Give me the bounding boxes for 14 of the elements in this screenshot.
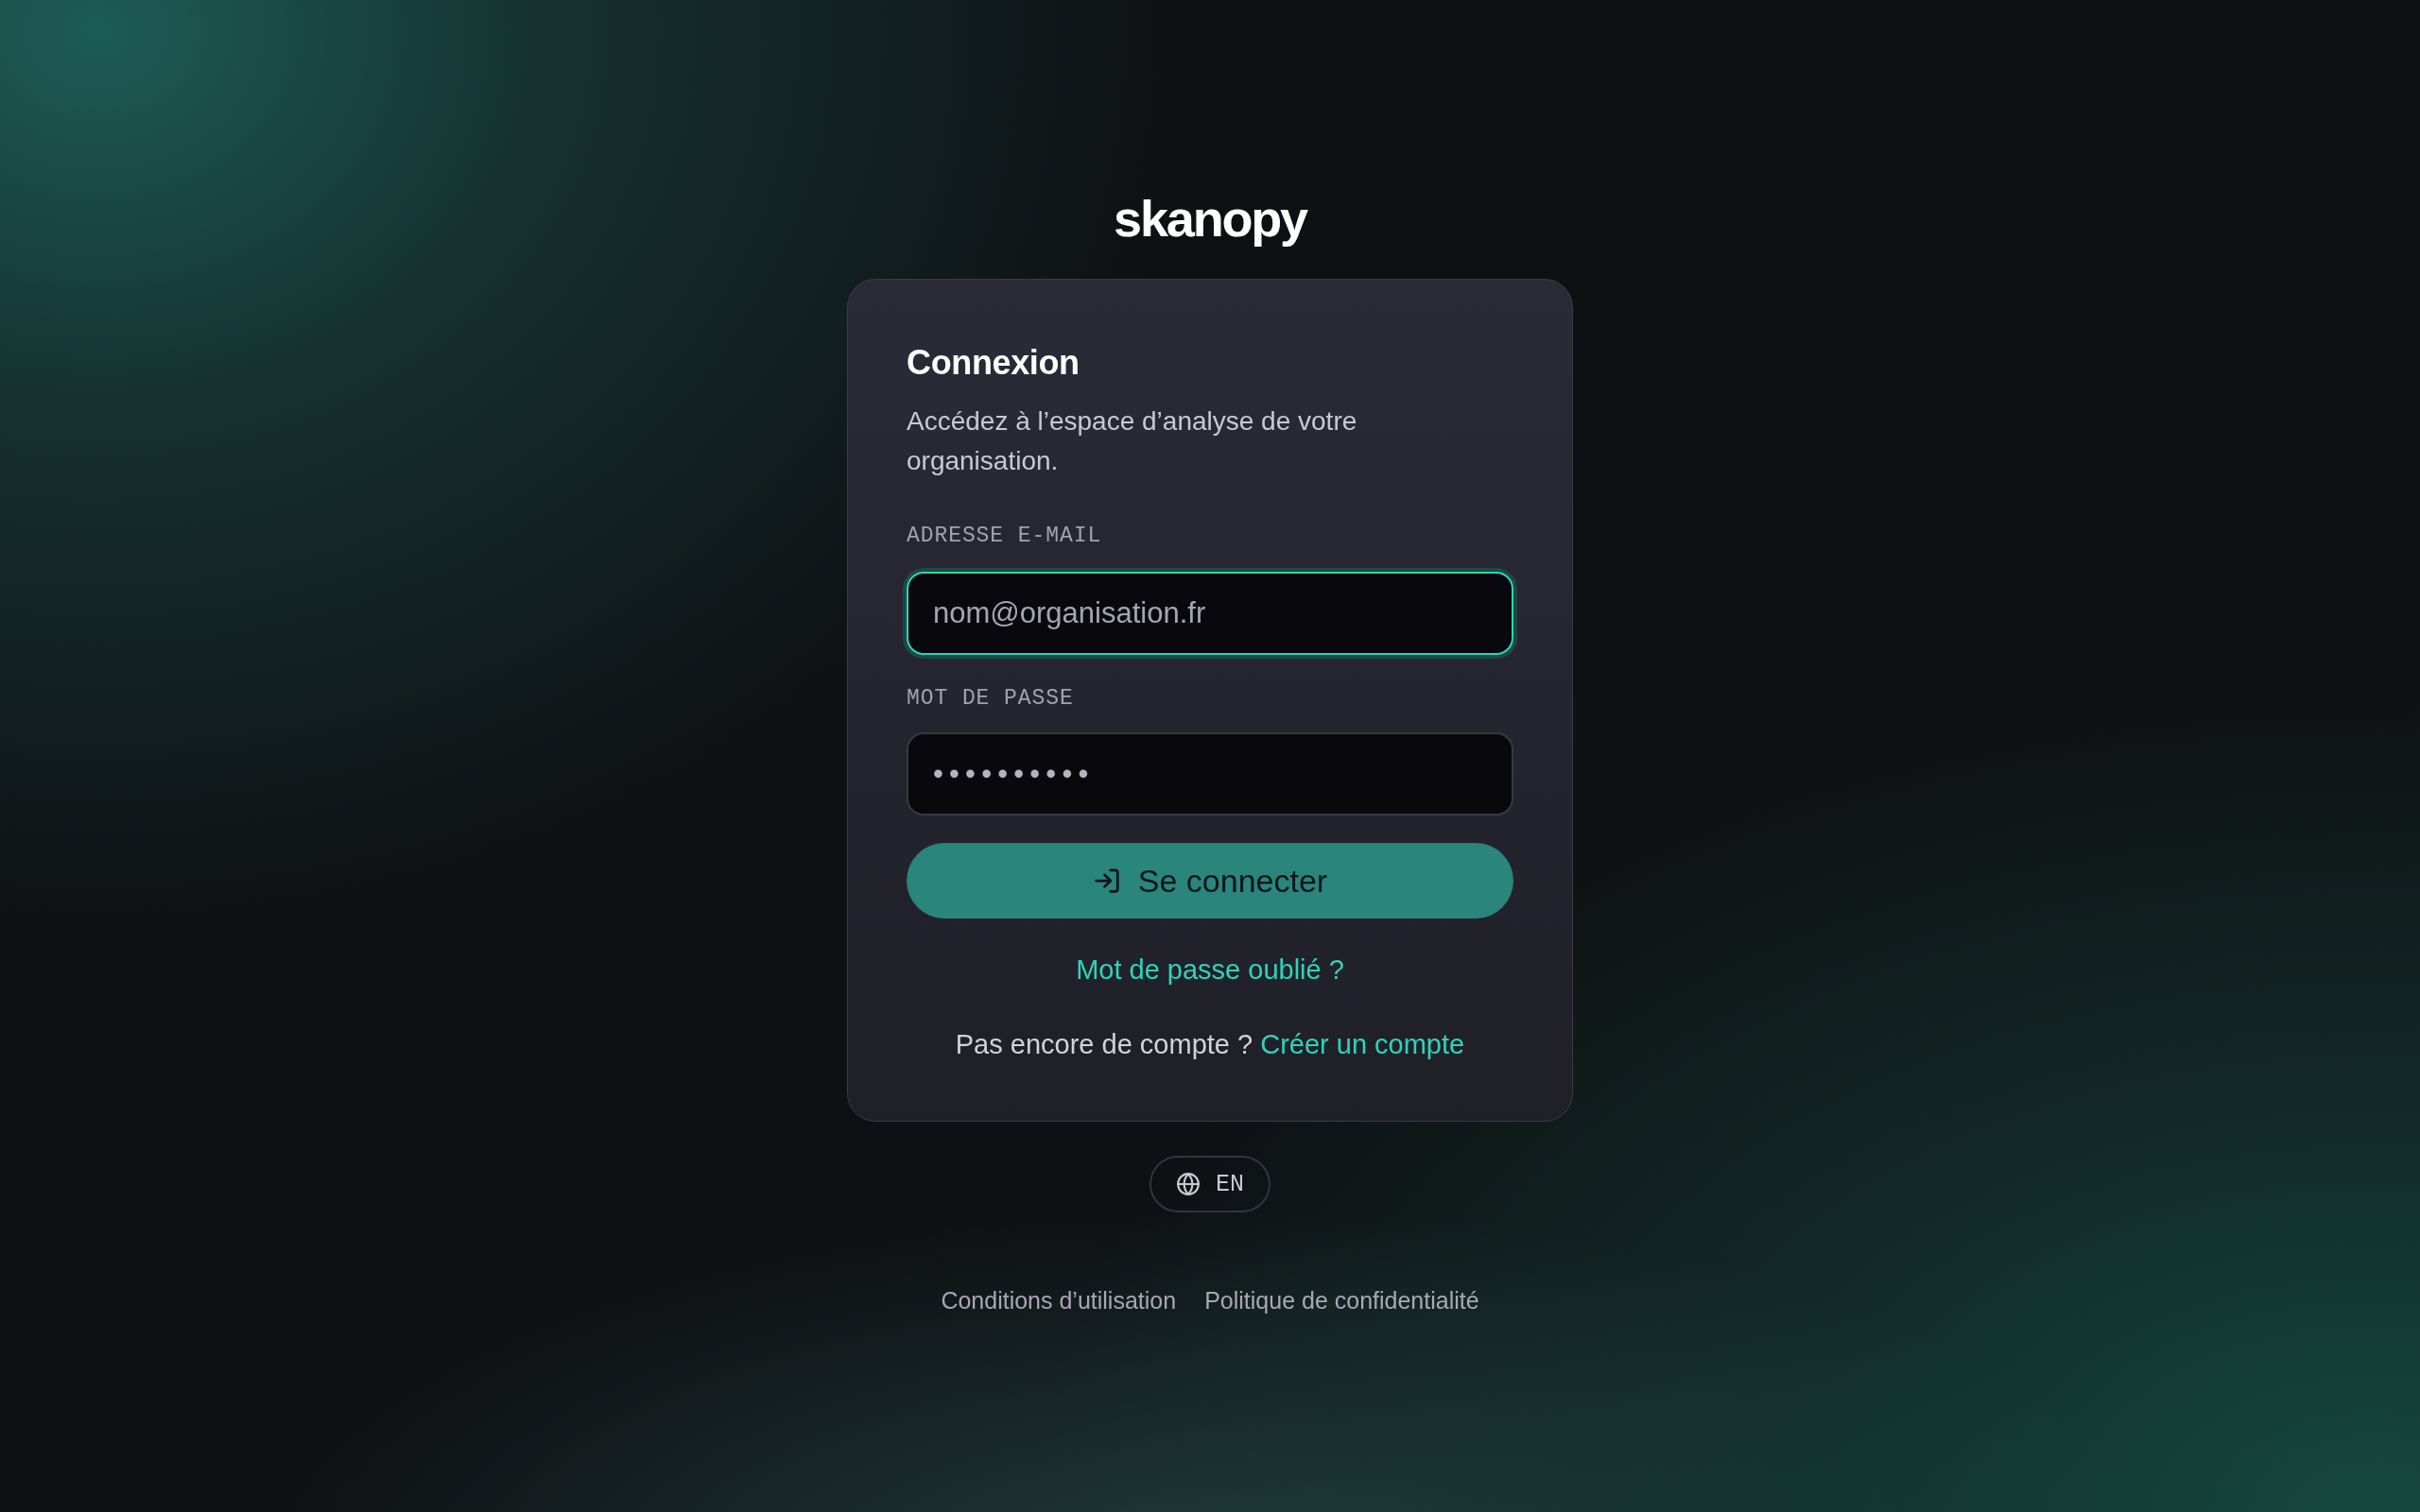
email-field[interactable]: nom@organisation.fr (907, 572, 1513, 655)
sign-in-button[interactable]: Se connecter (907, 843, 1513, 919)
globe-icon (1176, 1172, 1201, 1196)
password-field[interactable]: •••••••••• (907, 732, 1513, 816)
footer-link[interactable]: Conditions d’utilisation (941, 1285, 1177, 1315)
field-label: ADRESSE E-MAIL (907, 523, 1103, 550)
language-button[interactable]: EN (1150, 1156, 1270, 1212)
card-title: Connexion (907, 342, 1080, 384)
forgot-password-link[interactable]: Mot de passe oublié ? (1076, 953, 1344, 987)
field-label: MOT DE PASSE (907, 685, 1075, 713)
card-subtitle: Accédez à l’espace d’analyse de votre organisation. (907, 405, 1358, 477)
signup-prompt: Pas encore de compte ? Créer un compte (955, 1028, 1465, 1061)
create-account-link[interactable]: Créer un compte (1260, 1029, 1465, 1059)
footer-link[interactable]: Politique de confidentialité (1204, 1285, 1479, 1315)
